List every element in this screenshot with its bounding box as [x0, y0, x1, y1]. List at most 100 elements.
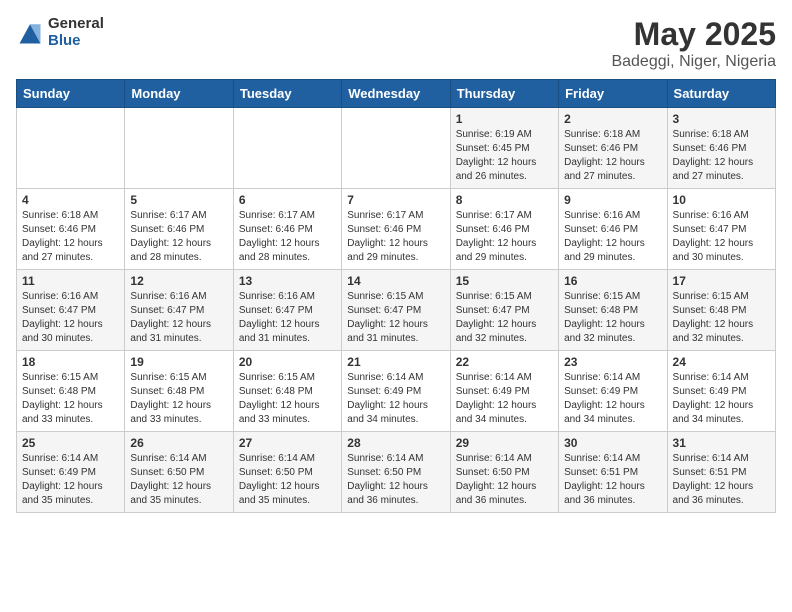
calendar-cell: 12Sunrise: 6:16 AM Sunset: 6:47 PM Dayli…: [125, 270, 233, 351]
day-number: 10: [673, 193, 770, 207]
calendar-cell: 21Sunrise: 6:14 AM Sunset: 6:49 PM Dayli…: [342, 351, 450, 432]
calendar-cell: 13 Sunrise: 6:16 AM Sunset: 6:47 PM Dayli…: [233, 270, 341, 351]
calendar-cell: 9Sunrise: 6:16 AM Sunset: 6:46 PM Daylig…: [559, 189, 667, 270]
day-number: 24: [673, 355, 770, 369]
calendar-cell: [233, 108, 341, 189]
calendar-cell: [17, 108, 125, 189]
calendar-cell: 26 Sunrise: 6:14 AM Sunset: 6:50 PM Dayli…: [125, 432, 233, 513]
day-info: Sunrise: 6:18 AM Sunset: 6:46 PM Dayligh…: [22, 209, 119, 265]
day-info: Sunrise: 6:16 AM Sunset: 6:47 PM Dayligh…: [239, 290, 336, 346]
header-wednesday: Wednesday: [342, 80, 450, 108]
calendar-cell: 10 Sunrise: 6:16 AM Sunset: 6:47 PM Dayli…: [667, 189, 775, 270]
day-info: Sunrise: 6:16 AM Sunset: 6:47 PM Dayligh…: [22, 290, 119, 346]
day-number: 13: [239, 274, 336, 288]
day-number: 17: [673, 274, 770, 288]
day-number: 7: [347, 193, 444, 207]
calendar-cell: 19 Sunrise: 6:15 AM Sunset: 6:48 PM Dayli…: [125, 351, 233, 432]
day-info: Sunrise: 6:14 AM Sunset: 6:51 PM Dayligh…: [564, 452, 661, 508]
day-info: Sunrise: 6:14 AM Sunset: 6:49 PM Dayligh…: [673, 371, 770, 427]
day-info: Sunrise: 6:14 AM Sunset: 6:50 PM Dayligh…: [456, 452, 553, 508]
day-info: Sunrise: 6:15 AM Sunset: 6:48 PM Dayligh…: [130, 371, 227, 427]
day-number: 2: [564, 112, 661, 126]
calendar-cell: 25 Sunrise: 6:14 AM Sunset: 6:49 PM Dayli…: [17, 432, 125, 513]
title-area: May 2025 Badeggi, Niger, Nigeria: [611, 16, 776, 71]
calendar-cell: 1 Sunrise: 6:19 AM Sunset: 6:45 PM Daylig…: [450, 108, 558, 189]
day-number: 30: [564, 436, 661, 450]
calendar-cell: 4 Sunrise: 6:18 AM Sunset: 6:46 PM Daylig…: [17, 189, 125, 270]
day-info: Sunrise: 6:15 AM Sunset: 6:48 PM Dayligh…: [239, 371, 336, 427]
day-number: 4: [22, 193, 119, 207]
day-number: 18: [22, 355, 119, 369]
header-sunday: Sunday: [17, 80, 125, 108]
calendar-cell: 23 Sunrise: 6:14 AM Sunset: 6:49 PM Dayli…: [559, 351, 667, 432]
calendar-cell: 6 Sunrise: 6:17 AM Sunset: 6:46 PM Daylig…: [233, 189, 341, 270]
calendar-cell: 20 Sunrise: 6:15 AM Sunset: 6:48 PM Dayli…: [233, 351, 341, 432]
header-monday: Monday: [125, 80, 233, 108]
day-number: 22: [456, 355, 553, 369]
week-row-2: 11Sunrise: 6:16 AM Sunset: 6:47 PM Dayli…: [17, 270, 776, 351]
calendar-cell: 2 Sunrise: 6:18 AM Sunset: 6:46 PM Daylig…: [559, 108, 667, 189]
calendar-cell: 22Sunrise: 6:14 AM Sunset: 6:49 PM Dayli…: [450, 351, 558, 432]
day-number: 21: [347, 355, 444, 369]
calendar-header: SundayMondayTuesdayWednesdayThursdayFrid…: [17, 80, 776, 108]
day-number: 3: [673, 112, 770, 126]
day-info: Sunrise: 6:14 AM Sunset: 6:49 PM Dayligh…: [22, 452, 119, 508]
calendar-cell: 3Sunrise: 6:18 AM Sunset: 6:46 PM Daylig…: [667, 108, 775, 189]
calendar-body: 1 Sunrise: 6:19 AM Sunset: 6:45 PM Daylig…: [17, 108, 776, 513]
day-number: 31: [673, 436, 770, 450]
calendar-cell: 8 Sunrise: 6:17 AM Sunset: 6:46 PM Daylig…: [450, 189, 558, 270]
day-number: 6: [239, 193, 336, 207]
day-number: 27: [239, 436, 336, 450]
logo: General Blue: [16, 16, 104, 49]
day-info: Sunrise: 6:18 AM Sunset: 6:46 PM Dayligh…: [564, 128, 661, 184]
day-number: 16: [564, 274, 661, 288]
calendar-cell: 24 Sunrise: 6:14 AM Sunset: 6:49 PM Dayli…: [667, 351, 775, 432]
week-row-4: 25 Sunrise: 6:14 AM Sunset: 6:49 PM Dayli…: [17, 432, 776, 513]
calendar-cell: 16Sunrise: 6:15 AM Sunset: 6:48 PM Dayli…: [559, 270, 667, 351]
day-number: 19: [130, 355, 227, 369]
day-number: 8: [456, 193, 553, 207]
day-info: Sunrise: 6:15 AM Sunset: 6:48 PM Dayligh…: [673, 290, 770, 346]
day-number: 14: [347, 274, 444, 288]
calendar-cell: 28 Sunrise: 6:14 AM Sunset: 6:50 PM Dayli…: [342, 432, 450, 513]
header-row: SundayMondayTuesdayWednesdayThursdayFrid…: [17, 80, 776, 108]
calendar-cell: 15Sunrise: 6:15 AM Sunset: 6:47 PM Dayli…: [450, 270, 558, 351]
week-row-3: 18 Sunrise: 6:15 AM Sunset: 6:48 PM Dayli…: [17, 351, 776, 432]
day-info: Sunrise: 6:17 AM Sunset: 6:46 PM Dayligh…: [239, 209, 336, 265]
day-info: Sunrise: 6:16 AM Sunset: 6:47 PM Dayligh…: [673, 209, 770, 265]
calendar-cell: 5Sunrise: 6:17 AM Sunset: 6:46 PM Daylig…: [125, 189, 233, 270]
day-number: 20: [239, 355, 336, 369]
day-number: 23: [564, 355, 661, 369]
subtitle: Badeggi, Niger, Nigeria: [611, 53, 776, 71]
day-info: Sunrise: 6:14 AM Sunset: 6:49 PM Dayligh…: [564, 371, 661, 427]
week-row-1: 4 Sunrise: 6:18 AM Sunset: 6:46 PM Daylig…: [17, 189, 776, 270]
logo-icon: [16, 19, 44, 47]
week-row-0: 1 Sunrise: 6:19 AM Sunset: 6:45 PM Daylig…: [17, 108, 776, 189]
day-info: Sunrise: 6:14 AM Sunset: 6:50 PM Dayligh…: [130, 452, 227, 508]
day-number: 12: [130, 274, 227, 288]
day-number: 28: [347, 436, 444, 450]
day-info: Sunrise: 6:15 AM Sunset: 6:48 PM Dayligh…: [22, 371, 119, 427]
day-number: 5: [130, 193, 227, 207]
day-number: 25: [22, 436, 119, 450]
calendar-cell: 14 Sunrise: 6:15 AM Sunset: 6:47 PM Dayli…: [342, 270, 450, 351]
logo-blue-text: Blue: [48, 33, 104, 50]
calendar-table: SundayMondayTuesdayWednesdayThursdayFrid…: [16, 79, 776, 513]
calendar-cell: 31Sunrise: 6:14 AM Sunset: 6:51 PM Dayli…: [667, 432, 775, 513]
logo-general-text: General: [48, 16, 104, 33]
header: General Blue May 2025 Badeggi, Niger, Ni…: [16, 16, 776, 71]
day-info: Sunrise: 6:19 AM Sunset: 6:45 PM Dayligh…: [456, 128, 553, 184]
calendar-cell: [342, 108, 450, 189]
day-number: 26: [130, 436, 227, 450]
day-info: Sunrise: 6:14 AM Sunset: 6:50 PM Dayligh…: [347, 452, 444, 508]
day-info: Sunrise: 6:17 AM Sunset: 6:46 PM Dayligh…: [347, 209, 444, 265]
day-number: 1: [456, 112, 553, 126]
day-info: Sunrise: 6:14 AM Sunset: 6:50 PM Dayligh…: [239, 452, 336, 508]
day-info: Sunrise: 6:17 AM Sunset: 6:46 PM Dayligh…: [456, 209, 553, 265]
calendar-cell: 11Sunrise: 6:16 AM Sunset: 6:47 PM Dayli…: [17, 270, 125, 351]
day-info: Sunrise: 6:15 AM Sunset: 6:47 PM Dayligh…: [347, 290, 444, 346]
header-thursday: Thursday: [450, 80, 558, 108]
day-number: 9: [564, 193, 661, 207]
calendar-cell: 18 Sunrise: 6:15 AM Sunset: 6:48 PM Dayli…: [17, 351, 125, 432]
calendar-cell: 7 Sunrise: 6:17 AM Sunset: 6:46 PM Daylig…: [342, 189, 450, 270]
